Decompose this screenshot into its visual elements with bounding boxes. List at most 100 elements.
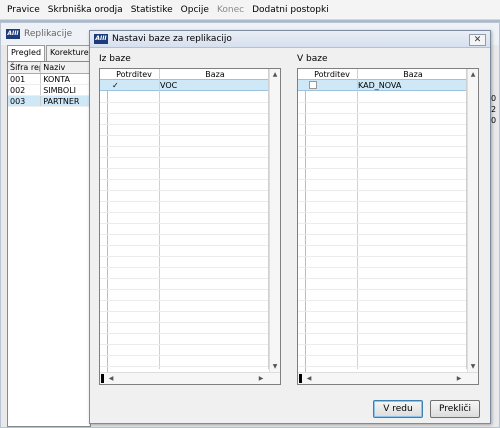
- from-vertical-scrollbar[interactable]: ▲ ▼: [269, 69, 280, 372]
- grid-row-line: [298, 179, 466, 180]
- table-row[interactable]: 001 KONTA: [8, 74, 90, 85]
- to-horizontal-scrollbar[interactable]: ◀ ▶: [298, 372, 478, 384]
- table-row-selected[interactable]: 003 PARTNER: [8, 96, 90, 107]
- grid-row-line: [100, 355, 268, 356]
- grid-row-line: [298, 344, 466, 345]
- menu-pravice[interactable]: Pravice: [3, 0, 44, 20]
- confirm-checkbox[interactable]: [309, 81, 317, 89]
- scroll-right-icon[interactable]: ▶: [256, 373, 266, 384]
- col-naziv[interactable]: Naziv: [41, 62, 90, 73]
- dialog-titlebar: AIII Nastavi baze za replikacijo: [90, 31, 490, 48]
- grid-row-line: [298, 300, 466, 301]
- grid-row-line: [298, 322, 466, 323]
- from-grid-row[interactable]: ✓ VOC: [100, 80, 280, 91]
- grid-row-line: [100, 124, 268, 125]
- menu-konec: Konec: [216, 4, 245, 15]
- grid-row-line: [100, 190, 268, 191]
- scroll-down-icon[interactable]: ▼: [270, 361, 280, 372]
- menu-opcije[interactable]: Opcije: [177, 0, 213, 20]
- grid-row-line: [298, 146, 466, 147]
- grid-row-line: [298, 201, 466, 202]
- scroll-up-icon[interactable]: ▲: [270, 69, 280, 80]
- right-value: 0: [491, 116, 497, 125]
- scroll-position-marker: [299, 374, 302, 383]
- grid-row-line: [100, 300, 268, 301]
- grid-row-line: [100, 212, 268, 213]
- dialog-title: Nastavi baze za replikacijo: [112, 34, 232, 44]
- scroll-left-icon[interactable]: ◀: [304, 373, 314, 384]
- grid-row-line: [298, 212, 466, 213]
- col-potrditev[interactable]: Potrditev: [109, 69, 159, 80]
- ok-button[interactable]: V redu: [373, 400, 423, 418]
- app-logo-icon: AIII: [94, 34, 108, 44]
- grid-row-line: [298, 113, 466, 114]
- grid-row-line: [298, 289, 466, 290]
- grid-row-line: [298, 355, 466, 356]
- row-name: PARTNER: [41, 96, 90, 106]
- grid-row-line: [100, 278, 268, 279]
- grid-row-line: [298, 234, 466, 235]
- to-vertical-scrollbar[interactable]: ▲ ▼: [467, 69, 478, 372]
- row-code: 002: [8, 85, 42, 95]
- grid-row-line: [298, 267, 466, 268]
- col-baza[interactable]: Baza: [358, 69, 468, 80]
- grid-row-line: [298, 157, 466, 158]
- nastavi-baze-dialog: AIII Nastavi baze za replikacijo ✕ Iz ba…: [89, 30, 491, 424]
- grid-row-line: [298, 333, 466, 334]
- grid-row-line: [298, 278, 466, 279]
- replikacije-title: Replikacije: [24, 29, 73, 39]
- close-icon[interactable]: ✕: [469, 34, 486, 46]
- from-grid[interactable]: Potrditev Baza ✓ VOC ▲ ▼ ◀ ▶: [99, 68, 281, 385]
- grid-row-line: [298, 311, 466, 312]
- grid-row-line: [298, 168, 466, 169]
- grid-row-line: [298, 223, 466, 224]
- menu-skrbniska-orodja[interactable]: Skrbniška orodja: [44, 0, 127, 20]
- checkmark-icon[interactable]: ✓: [112, 80, 119, 91]
- row-name: SIMBOLI: [41, 85, 90, 95]
- menu-dodatni-postopki[interactable]: Dodatni postopki: [248, 0, 333, 20]
- to-grid[interactable]: Potrditev Baza KAD_NOVA ▲ ▼ ◀ ▶: [297, 68, 479, 385]
- to-grid-row[interactable]: KAD_NOVA: [298, 80, 478, 91]
- table-row[interactable]: 002 SIMBOLI: [8, 85, 90, 96]
- from-horizontal-scrollbar[interactable]: ◀ ▶: [100, 372, 280, 384]
- grid-row-line: [100, 366, 268, 367]
- scroll-down-icon[interactable]: ▼: [468, 361, 478, 372]
- grid-row-line: [298, 102, 466, 103]
- scroll-up-icon[interactable]: ▲: [468, 69, 478, 80]
- menu-statistike[interactable]: Statistike: [127, 0, 177, 20]
- right-value: 2: [491, 105, 497, 114]
- scroll-right-icon[interactable]: ▶: [454, 373, 464, 384]
- app-logo-icon: AIII: [6, 29, 20, 39]
- replikacije-grid-header: Šifra repl Naziv: [8, 62, 90, 74]
- grid-row-line: [100, 168, 268, 169]
- to-label: V baze: [297, 54, 328, 64]
- baza-value: KAD_NOVA: [358, 81, 402, 90]
- col-baza[interactable]: Baza: [160, 69, 270, 80]
- baza-value: VOC: [160, 81, 178, 90]
- grid-row-line: [100, 113, 268, 114]
- grid-row-line: [100, 179, 268, 180]
- grid-row-line: [100, 322, 268, 323]
- grid-row-line: [100, 157, 268, 158]
- column-divider: [159, 69, 160, 369]
- grid-row-line: [100, 245, 268, 246]
- row-name: KONTA: [41, 74, 90, 84]
- from-label: Iz baze: [99, 54, 131, 64]
- grid-row-line: [100, 289, 268, 290]
- grid-row-line: [298, 366, 466, 367]
- grid-row-line: [100, 333, 268, 334]
- grid-row-line: [100, 135, 268, 136]
- row-indicator: [100, 69, 108, 384]
- grid-row-line: [100, 311, 268, 312]
- replikacije-grid[interactable]: Šifra repl Naziv 001 KONTA 002 SIMBOLI 0…: [7, 61, 91, 427]
- tab-pregled[interactable]: Pregled: [7, 45, 46, 62]
- col-sifra-repl[interactable]: Šifra repl: [8, 62, 42, 73]
- grid-row-line: [100, 223, 268, 224]
- grid-row-line: [298, 256, 466, 257]
- scroll-left-icon[interactable]: ◀: [106, 373, 116, 384]
- tab-korekture[interactable]: Korekture: [46, 45, 93, 61]
- col-potrditev[interactable]: Potrditev: [307, 69, 357, 80]
- row-code: 003: [8, 96, 42, 106]
- cancel-button[interactable]: Prekliči: [430, 400, 480, 418]
- menubar: Pravice Skrbniška orodja Statistike Opci…: [0, 0, 500, 20]
